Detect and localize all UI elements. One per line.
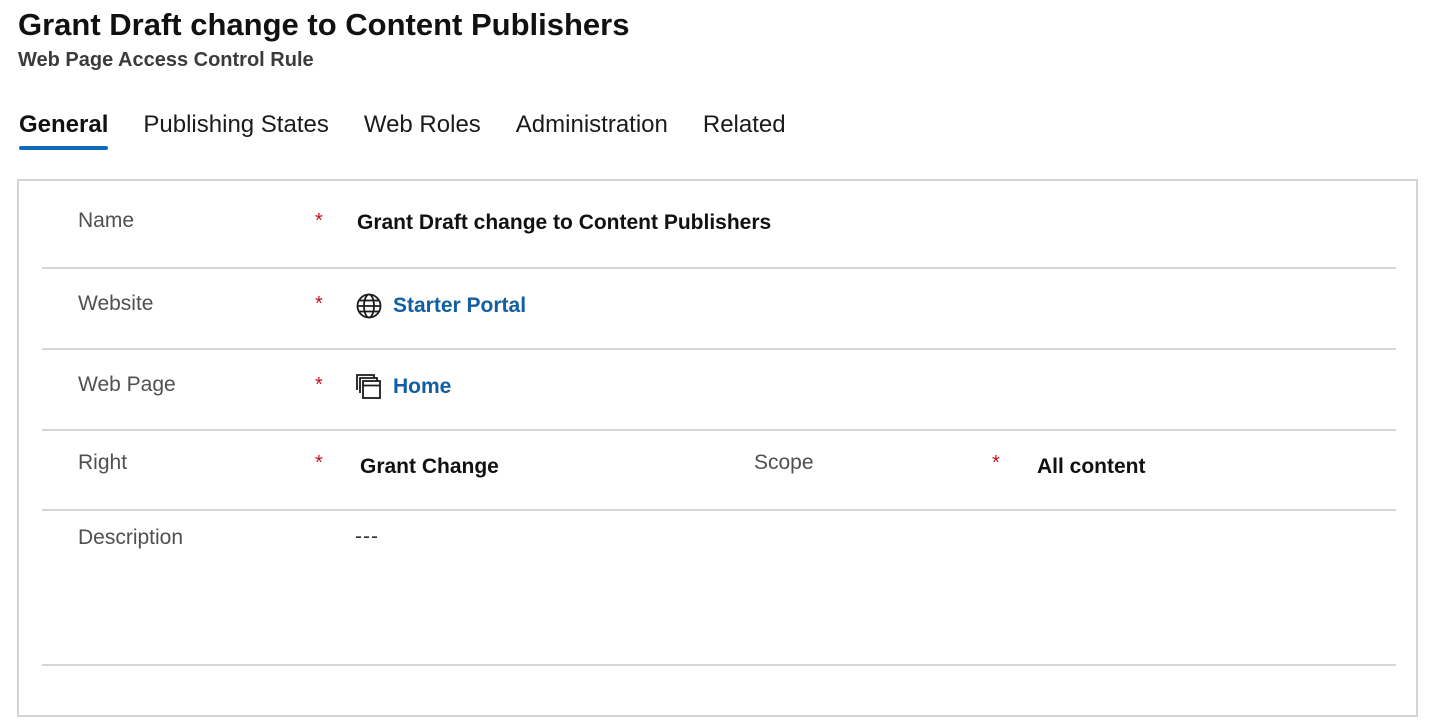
name-required-marker: * [315,210,323,232]
web-page-required-marker: * [315,374,323,396]
page-title: Grant Draft change to Content Publishers [18,7,630,42]
website-lookup-link[interactable]: Starter Portal [355,292,526,320]
record-header: Grant Draft change to Content Publishers… [18,6,629,73]
website-required-marker: * [315,293,323,315]
tab-web-roles[interactable]: Web Roles [364,108,481,152]
right-select[interactable]: Grant Change [360,455,499,479]
tab-publishing-states[interactable]: Publishing States [143,108,328,152]
globe-icon [355,292,383,320]
tab-related[interactable]: Related [703,108,786,152]
tab-general[interactable]: General [19,108,109,152]
tab-administration[interactable]: Administration [516,108,668,152]
name-field[interactable]: Grant Draft change to Content Publishers [357,211,771,235]
web-page-lookup-link[interactable]: Home [355,373,451,401]
right-required-marker: * [315,452,323,474]
name-field-row: Name * Grant Draft change to Content Pub… [42,181,1396,269]
description-field[interactable]: --- [355,525,379,549]
right-label: Right [78,451,128,474]
web-page-icon [355,373,383,401]
description-label: Description [78,526,184,549]
website-label: Website [78,292,154,315]
scope-select[interactable]: All content [1037,455,1146,479]
scope-required-marker: * [992,452,1000,474]
web-page-label: Web Page [78,373,176,396]
record-form-page: Grant Draft change to Content Publishers… [0,0,1439,728]
description-field-row: Description --- [42,511,1396,666]
scope-label: Scope [754,451,814,474]
general-section-card: Name * Grant Draft change to Content Pub… [17,179,1418,717]
name-label: Name [78,209,135,232]
web-page-lookup-value: Home [393,375,452,398]
right-scope-field-row: Right * Grant Change Scope * All content [42,431,1396,511]
web-page-field-row: Web Page * Home [42,350,1396,431]
website-field-row: Website * Starter Portal [42,269,1396,350]
website-lookup-value: Starter Portal [393,294,527,317]
tab-bar: General Publishing States Web Roles Admi… [19,108,786,156]
entity-type-subtitle: Web Page Access Control Rule [18,49,314,71]
